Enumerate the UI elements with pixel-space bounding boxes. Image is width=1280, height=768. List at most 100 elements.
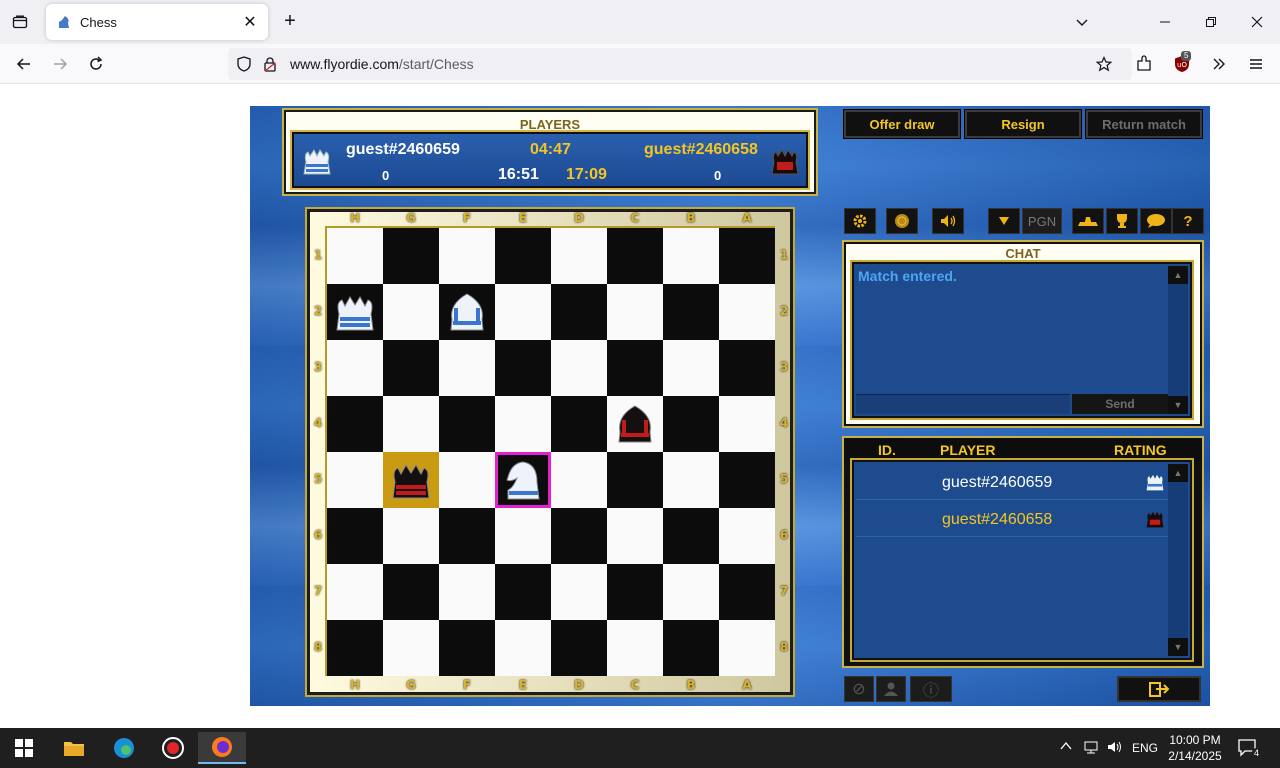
board-square-a7[interactable]	[719, 564, 775, 620]
board-square-b5[interactable]	[663, 452, 719, 508]
board-square-h1[interactable]	[327, 228, 383, 284]
board-square-c6[interactable]	[607, 508, 663, 564]
forward-icon[interactable]	[48, 52, 72, 76]
restore-icon[interactable]	[1199, 10, 1223, 34]
board-square-e4[interactable]	[495, 396, 551, 452]
board-square-b2[interactable]	[663, 284, 719, 340]
minimize-icon[interactable]	[1153, 10, 1177, 34]
board-square-g1[interactable]	[383, 228, 439, 284]
board-square-g5[interactable]	[383, 452, 439, 508]
board-square-h6[interactable]	[327, 508, 383, 564]
board-square-a4[interactable]	[719, 396, 775, 452]
board-square-b8[interactable]	[663, 620, 719, 676]
board-square-b3[interactable]	[663, 340, 719, 396]
board-square-f3[interactable]	[439, 340, 495, 396]
board-square-e6[interactable]	[495, 508, 551, 564]
board-square-c2[interactable]	[607, 284, 663, 340]
board-square-h5[interactable]	[327, 452, 383, 508]
white-bishop-icon[interactable]	[445, 290, 489, 334]
help-button[interactable]: ?	[1172, 208, 1204, 234]
pgn-button[interactable]: PGN	[1022, 208, 1062, 234]
scroll-down-icon[interactable]: ▼	[1168, 396, 1188, 414]
list-scrollbar[interactable]: ▲ ▼	[1168, 464, 1188, 656]
close-window-icon[interactable]	[1245, 10, 1269, 34]
chat-bubble-icon[interactable]	[1140, 208, 1172, 234]
board-square-e1[interactable]	[495, 228, 551, 284]
board-square-f1[interactable]	[439, 228, 495, 284]
board-square-a6[interactable]	[719, 508, 775, 564]
chat-input[interactable]	[856, 394, 1070, 414]
board-square-g8[interactable]	[383, 620, 439, 676]
board-square-f4[interactable]	[439, 396, 495, 452]
file-explorer-icon[interactable]	[50, 732, 98, 764]
chat-scrollbar[interactable]: ▲ ▼	[1168, 266, 1188, 414]
board-square-e7[interactable]	[495, 564, 551, 620]
dropdown-icon[interactable]	[988, 208, 1020, 234]
board-square-c7[interactable]	[607, 564, 663, 620]
board-square-h8[interactable]	[327, 620, 383, 676]
board-square-b1[interactable]	[663, 228, 719, 284]
trophy-icon[interactable]	[1106, 208, 1138, 234]
board-square-d7[interactable]	[551, 564, 607, 620]
board-square-d1[interactable]	[551, 228, 607, 284]
board-square-c1[interactable]	[607, 228, 663, 284]
white-king-icon[interactable]	[333, 290, 377, 334]
board-square-g6[interactable]	[383, 508, 439, 564]
start-windows-icon[interactable]	[0, 732, 48, 764]
white-knight-icon[interactable]	[501, 458, 545, 502]
board-square-g3[interactable]	[383, 340, 439, 396]
board-view-icon[interactable]	[1072, 208, 1104, 234]
chess-board[interactable]	[325, 226, 775, 676]
list-all-tabs-icon[interactable]	[1070, 10, 1094, 34]
board-square-f5[interactable]	[439, 452, 495, 508]
board-square-a5[interactable]	[719, 452, 775, 508]
board-square-h2[interactable]	[327, 284, 383, 340]
tray-chevron-icon[interactable]	[1060, 740, 1072, 754]
language-indicator[interactable]: ENG	[1132, 741, 1158, 755]
board-square-b7[interactable]	[663, 564, 719, 620]
tab-list-icon[interactable]	[8, 10, 32, 34]
list-item[interactable]: guest#2460658	[856, 501, 1168, 537]
sound-icon[interactable]	[932, 208, 964, 234]
board-square-f7[interactable]	[439, 564, 495, 620]
black-bishop-icon[interactable]	[613, 402, 657, 446]
scroll-up-icon[interactable]: ▲	[1168, 266, 1188, 284]
record-icon[interactable]	[149, 732, 197, 764]
board-square-c4[interactable]	[607, 396, 663, 452]
board-square-h4[interactable]	[327, 396, 383, 452]
tab-close-icon[interactable]: ✕	[240, 12, 260, 32]
list-item[interactable]: guest#2460659	[856, 464, 1168, 500]
menu-icon[interactable]	[1244, 52, 1268, 76]
scroll-down-icon[interactable]: ▼	[1168, 638, 1188, 656]
board-square-d3[interactable]	[551, 340, 607, 396]
board-square-a3[interactable]	[719, 340, 775, 396]
more-tools-icon[interactable]	[1207, 52, 1231, 76]
appearance-icon[interactable]	[886, 208, 918, 234]
board-square-b6[interactable]	[663, 508, 719, 564]
black-king-icon[interactable]	[389, 458, 433, 502]
offer-draw-button[interactable]: Offer draw	[844, 110, 960, 138]
bookmark-star-icon[interactable]	[1096, 56, 1112, 72]
url-bar[interactable]: www.flyordie.com/start/Chess	[228, 48, 1132, 80]
volume-icon[interactable]	[1107, 740, 1123, 757]
board-square-d4[interactable]	[551, 396, 607, 452]
board-square-e8[interactable]	[495, 620, 551, 676]
firefox-icon[interactable]	[198, 732, 246, 764]
send-button[interactable]: Send	[1072, 394, 1168, 414]
resign-button[interactable]: Resign	[965, 110, 1081, 138]
board-square-f6[interactable]	[439, 508, 495, 564]
board-square-d8[interactable]	[551, 620, 607, 676]
settings-gear-icon[interactable]	[844, 208, 876, 234]
board-square-e2[interactable]	[495, 284, 551, 340]
chat-log[interactable]: Match entered. ▲ ▼ Send	[852, 262, 1192, 418]
board-square-d6[interactable]	[551, 508, 607, 564]
exit-icon[interactable]	[1117, 676, 1201, 702]
board-square-h7[interactable]	[327, 564, 383, 620]
board-square-a1[interactable]	[719, 228, 775, 284]
board-square-c5[interactable]	[607, 452, 663, 508]
reload-icon[interactable]	[84, 52, 108, 76]
board-square-h3[interactable]	[327, 340, 383, 396]
board-square-g7[interactable]	[383, 564, 439, 620]
board-square-g2[interactable]	[383, 284, 439, 340]
info-icon[interactable]: ⓘ	[910, 676, 952, 702]
